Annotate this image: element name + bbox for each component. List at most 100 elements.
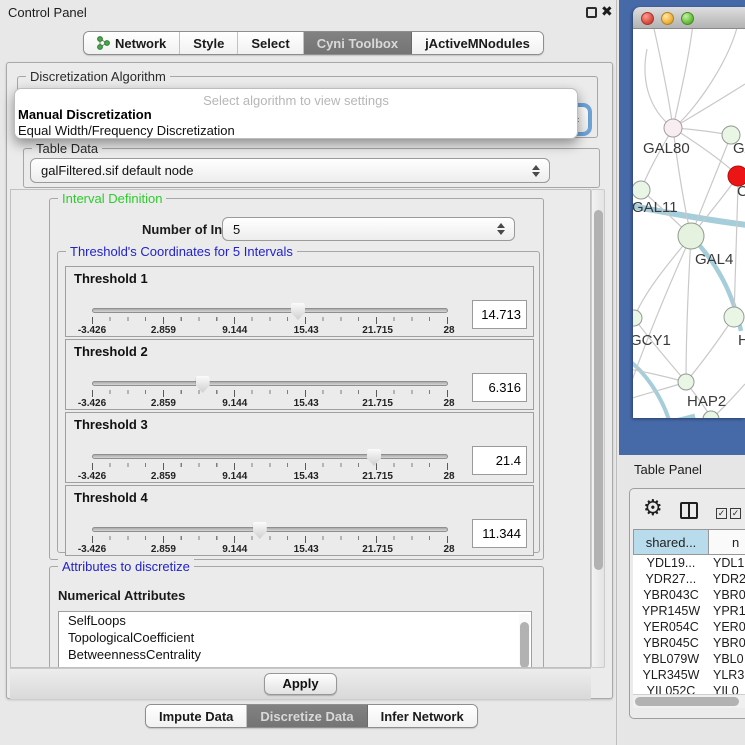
table-data-group-title: Table Data xyxy=(32,141,102,156)
column-header-shared-name[interactable]: shared... xyxy=(633,529,709,555)
table-browser-window: ⚙ ✓ ✓ shared... n YDL19...YDL1 YDR27...Y… xyxy=(629,488,745,719)
slider-track[interactable] xyxy=(92,381,448,386)
tab-network[interactable]: Network xyxy=(84,32,180,54)
tab-discretize-data[interactable]: Discretize Data xyxy=(247,705,367,727)
interval-definition-title: Interval Definition xyxy=(58,191,166,206)
tab-impute-data[interactable]: Impute Data xyxy=(146,705,247,727)
threshold-3-label: Threshold 3 xyxy=(74,417,148,432)
node-gal4[interactable] xyxy=(678,223,704,249)
number-of-intervals-combobox[interactable]: 5 xyxy=(222,217,515,241)
minimize-traffic-light-icon[interactable] xyxy=(661,12,674,25)
tab-network-label: Network xyxy=(115,36,166,51)
number-of-intervals-value: 5 xyxy=(223,222,514,237)
attributes-group-title: Attributes to discretize xyxy=(58,559,194,574)
thresholds-group: Threshold's Coordinates for 5 Intervals … xyxy=(57,251,540,553)
threshold-3-value-field[interactable]: 21.4 xyxy=(472,446,527,475)
control-panel-titlebar: Control Panel ✖ xyxy=(0,0,616,24)
node-label: HAP2 xyxy=(687,393,726,410)
list-item[interactable]: BetweennessCentrality xyxy=(59,646,531,663)
node-label: GCY1 xyxy=(633,332,671,349)
split-column-icon[interactable] xyxy=(680,502,698,519)
table-row[interactable]: YBR043CYBR0 xyxy=(633,587,745,603)
table-panel-region: Table Panel ⚙ ✓ ✓ shared... n YDL19...YD… xyxy=(619,455,745,745)
algorithm-option-equal-width[interactable]: Equal Width/Frequency Discretization xyxy=(18,123,235,138)
settings-vertical-scrollbar[interactable] xyxy=(591,189,605,668)
tab-select[interactable]: Select xyxy=(238,32,303,54)
node-h[interactable] xyxy=(724,307,744,327)
top-tab-bar: Network Style Select Cyni Toolbox jActiv… xyxy=(83,31,544,55)
thresholds-group-title: Threshold's Coordinates for 5 Intervals xyxy=(66,244,297,259)
network-desktop: GAL80 GA C GAL11 GAL4 GCY1 H HAP2 xyxy=(619,0,745,455)
threshold-2-slider[interactable]: -3.426 2.859 9.144 15.43 21.715 28 xyxy=(92,376,449,410)
tab-style[interactable]: Style xyxy=(180,32,238,54)
node-gcy1[interactable] xyxy=(633,310,642,326)
apply-row: Apply xyxy=(10,668,591,699)
slider-track[interactable] xyxy=(92,308,448,313)
table-header-row: shared... n xyxy=(633,529,745,555)
node-partial[interactable] xyxy=(703,411,719,418)
network-window-titlebar[interactable] xyxy=(633,7,745,29)
float-icon[interactable] xyxy=(586,7,597,18)
table-data-combobox[interactable]: galFiltered.sif default node xyxy=(30,158,550,183)
table-row[interactable]: YBR045CYBR0 xyxy=(633,635,745,651)
chevron-updown-icon xyxy=(532,164,541,178)
node-label: GAL80 xyxy=(643,140,690,157)
checkbox-icon[interactable]: ✓ xyxy=(716,508,727,519)
scrollbar-thumb[interactable] xyxy=(594,210,603,570)
threshold-1-value-field[interactable]: 14.713 xyxy=(472,300,527,329)
node-label: H xyxy=(738,332,745,349)
table-row[interactable]: YER054CYER0 xyxy=(633,619,745,635)
threshold-4-value-field[interactable]: 11.344 xyxy=(472,519,527,548)
table-row[interactable]: YBL079WYBL0 xyxy=(633,651,745,667)
table-body: YDL19...YDL1 YDR27...YDR2 YBR043CYBR0 YP… xyxy=(633,555,745,694)
list-item[interactable]: TopologicalCoefficient xyxy=(59,629,531,646)
scrollbar-thumb[interactable] xyxy=(635,697,739,706)
algorithm-option-manual[interactable]: Manual Discretization xyxy=(18,107,152,122)
cyni-toolbox-panel: Discretization Algorithm Select algorith… xyxy=(6,62,613,699)
threshold-2-value-field[interactable]: 6.316 xyxy=(472,373,527,402)
algorithm-placeholder-option: Select algorithm to view settings xyxy=(15,93,577,108)
threshold-2-label: Threshold 2 xyxy=(74,344,148,359)
settings-scroll-area: Interval Definition Number of Intervals … xyxy=(10,189,591,668)
table-panel-title: Table Panel xyxy=(634,462,702,477)
node-hap2[interactable] xyxy=(678,374,694,390)
threshold-3-panel: Threshold 3 -3.426 2.859 9.144 15.43 xyxy=(65,412,534,483)
column-header-name[interactable]: n xyxy=(709,529,745,555)
table-row[interactable]: YLR345WYLR3 xyxy=(633,667,745,683)
threshold-4-slider[interactable]: -3.426 2.859 9.144 15.43 21.715 28 xyxy=(92,522,449,556)
list-scrollbar[interactable] xyxy=(519,614,530,668)
threshold-2-panel: Threshold 2 -3.426 2.859 9.144 15.43 xyxy=(65,339,534,410)
threshold-3-slider[interactable]: -3.426 2.859 9.144 15.43 21.715 28 xyxy=(92,449,449,483)
chevron-updown-icon xyxy=(497,222,506,236)
table-horizontal-scrollbar[interactable] xyxy=(633,694,745,708)
slider-track[interactable] xyxy=(92,527,448,532)
tab-infer-network[interactable]: Infer Network xyxy=(368,705,477,727)
table-row[interactable]: YDR27...YDR2 xyxy=(633,571,745,587)
gear-icon[interactable]: ⚙ xyxy=(643,497,663,519)
node-label: GA xyxy=(733,140,745,157)
table-row[interactable]: YPR145WYPR1 xyxy=(633,603,745,619)
node-label: GAL11 xyxy=(633,199,678,216)
table-data-group: Table Data galFiltered.sif default node xyxy=(23,148,600,188)
tab-cyni-toolbox[interactable]: Cyni Toolbox xyxy=(304,32,412,54)
checkbox-icon[interactable]: ✓ xyxy=(730,508,741,519)
zoom-traffic-light-icon[interactable] xyxy=(681,12,694,25)
list-item[interactable]: SelfLoops xyxy=(59,612,531,629)
table-row[interactable]: YDL19...YDL1 xyxy=(633,555,745,571)
control-panel: Control Panel ✖ Network Style Select Cyn… xyxy=(0,0,617,745)
apply-button[interactable]: Apply xyxy=(264,673,336,695)
tab-jactivemnodules[interactable]: jActiveMNodules xyxy=(412,32,543,54)
node-label: C xyxy=(737,183,745,200)
algorithm-dropdown-popup: Select algorithm to view settings Manual… xyxy=(14,88,578,139)
node-gal11[interactable] xyxy=(633,181,650,199)
panel-title: Control Panel xyxy=(8,5,87,20)
network-canvas[interactable]: GAL80 GA C GAL11 GAL4 GCY1 H HAP2 xyxy=(633,29,745,418)
close-icon[interactable]: ✖ xyxy=(601,3,613,20)
table-row[interactable]: YIL052CYIL0 xyxy=(633,683,745,694)
numerical-attributes-label: Numerical Attributes xyxy=(58,588,185,603)
slider-track[interactable] xyxy=(92,454,448,459)
threshold-1-slider[interactable]: -3.426 2.859 9.144 15.43 21.715 28 xyxy=(92,303,449,337)
node-gal80[interactable] xyxy=(664,119,682,137)
discretization-algorithm-group-title: Discretization Algorithm xyxy=(26,69,170,84)
close-traffic-light-icon[interactable] xyxy=(641,12,654,25)
